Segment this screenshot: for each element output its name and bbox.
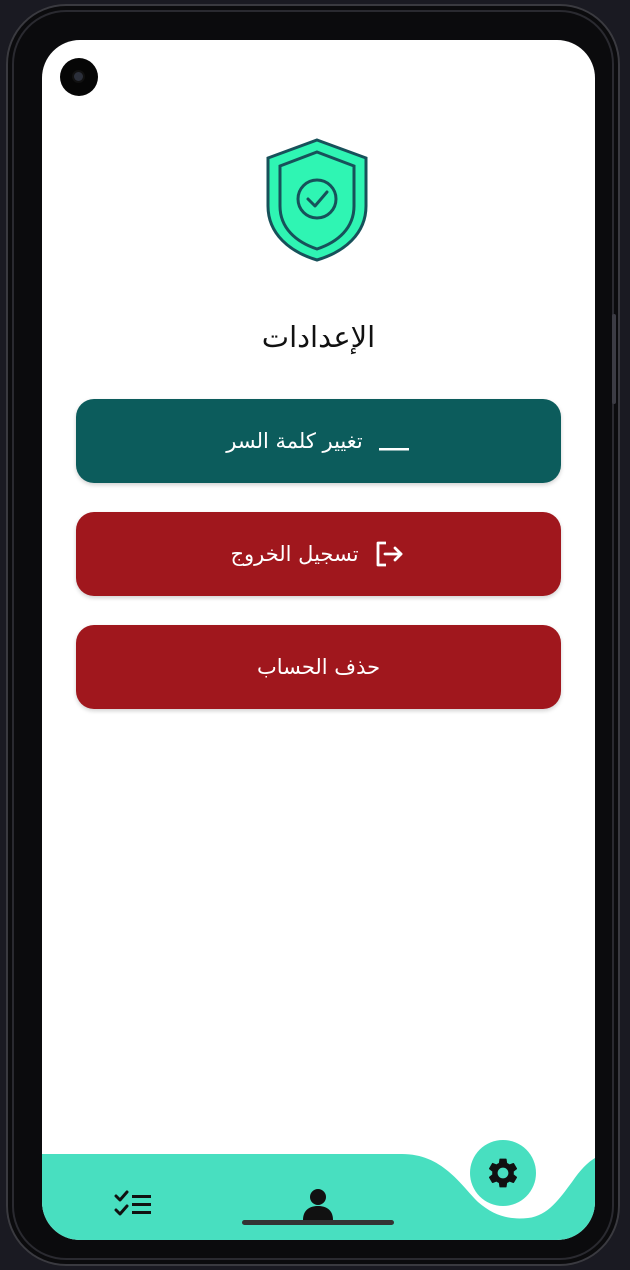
change-password-button[interactable]: *** تغيير كلمة السر: [76, 399, 561, 483]
logout-icon: [373, 541, 407, 567]
task-list-icon: [114, 1190, 151, 1216]
phone-frame: الإعدادات *** تغيير كلمة السر تسجيل الخر…: [6, 4, 620, 1266]
page-title: الإعدادات: [261, 320, 376, 354]
delete-account-button[interactable]: حذف الحساب: [76, 625, 561, 709]
nav-tasks-tab[interactable]: [110, 1184, 158, 1224]
change-password-label: تغيير كلمة السر: [226, 429, 363, 453]
front-camera: [60, 58, 98, 96]
gear-icon: [488, 1158, 518, 1188]
app-screen: الإعدادات *** تغيير كلمة السر تسجيل الخر…: [42, 40, 595, 1240]
delete-account-label: حذف الحساب: [256, 655, 381, 679]
password-dots-icon: ***: [377, 431, 411, 451]
svg-text:***: ***: [378, 431, 379, 450]
user-icon: [303, 1189, 333, 1220]
logout-button[interactable]: تسجيل الخروج: [76, 512, 561, 596]
side-button: [612, 314, 616, 404]
shield-check-icon: [266, 138, 368, 262]
home-indicator[interactable]: [242, 1220, 394, 1225]
logout-label: تسجيل الخروج: [230, 542, 359, 566]
nav-settings-tab[interactable]: [470, 1140, 536, 1206]
